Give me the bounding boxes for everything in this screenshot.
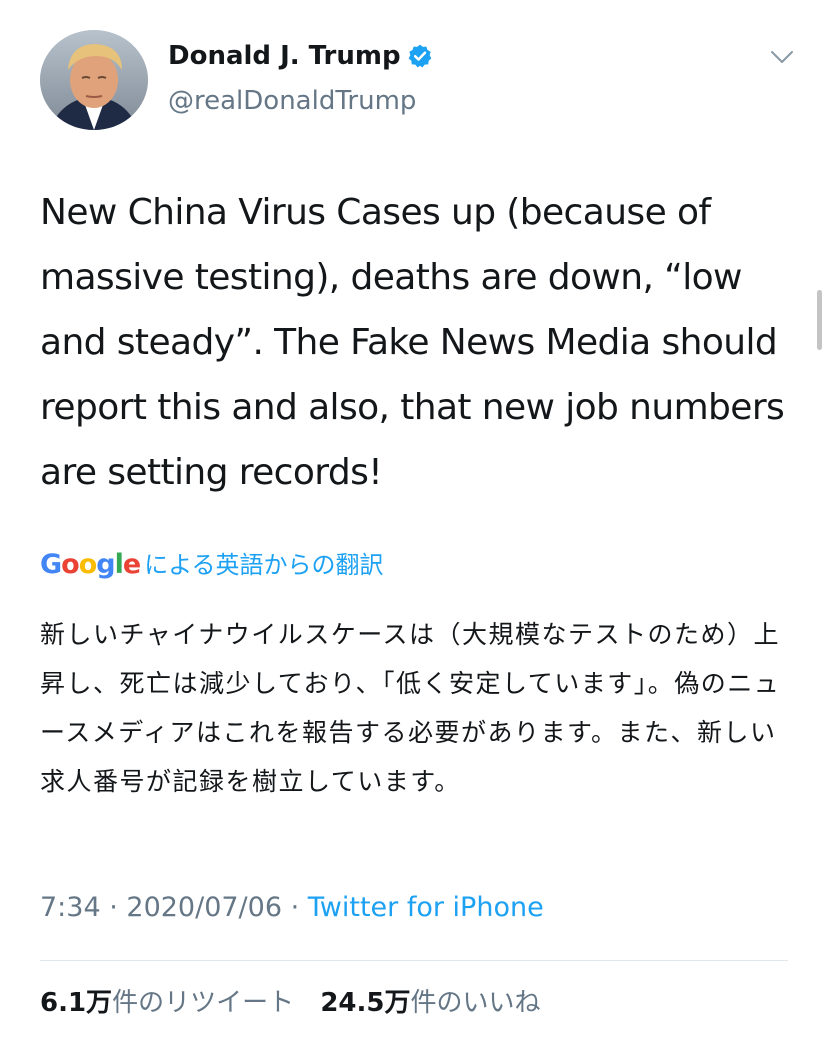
retweets-count[interactable]: 6.1万件のリツイート: [40, 988, 294, 1018]
retweets-label: 件のリツイート: [112, 988, 295, 1018]
google-logo-letter: o: [78, 549, 98, 580]
chevron-down-icon: [771, 51, 793, 63]
google-logo: Google: [40, 549, 141, 580]
tweet-meta: 7:34 · 2020/07/06 · Twitter for iPhone: [40, 892, 544, 923]
divider: [40, 960, 788, 961]
verified-badge-icon: [407, 43, 433, 69]
google-logo-letter: e: [122, 549, 141, 580]
likes-number: 24.5万: [320, 988, 411, 1018]
tweet-options-button[interactable]: [764, 42, 800, 72]
meta-separator: ·: [100, 892, 127, 923]
tweet-stats: 6.1万件のリツイート 24.5万件のいいね: [40, 982, 559, 1019]
meta-separator: ·: [282, 892, 308, 923]
tweet-header: Donald J. Trump @realDonaldTrump: [40, 30, 800, 130]
tweet-detail-page: Donald J. Trump @realDonaldTrump New Chi…: [0, 0, 828, 1043]
tweet-text: New China Virus Cases up (because of mas…: [40, 192, 785, 493]
user-handle[interactable]: @realDonaldTrump: [168, 86, 433, 116]
tweet-time[interactable]: 7:34: [40, 892, 101, 923]
likes-label: 件のいいね: [410, 988, 541, 1018]
google-logo-letter: g: [96, 549, 115, 580]
tweet-date[interactable]: 2020/07/06: [126, 892, 282, 923]
retweets-number: 6.1万: [40, 988, 113, 1018]
avatar[interactable]: [40, 30, 148, 130]
user-names: Donald J. Trump @realDonaldTrump: [168, 38, 433, 116]
translation-label[interactable]: による英語からの翻訳: [144, 545, 383, 580]
likes-count[interactable]: 24.5万件のいいね: [320, 988, 540, 1018]
google-logo-letter: l: [114, 549, 124, 580]
translation-attribution[interactable]: Google による英語からの翻訳: [40, 545, 383, 585]
display-name[interactable]: Donald J. Trump: [168, 41, 401, 71]
tweet-source-link[interactable]: Twitter for iPhone: [308, 892, 544, 923]
google-logo-letter: o: [61, 549, 80, 580]
google-logo-letter: G: [40, 549, 62, 580]
display-name-row: Donald J. Trump: [168, 38, 433, 74]
translated-text: 新しいチャイナウイルスケースは（大規模なテストのため）上昇し、死亡は減少しており…: [40, 620, 781, 796]
scrollbar[interactable]: [817, 290, 822, 350]
